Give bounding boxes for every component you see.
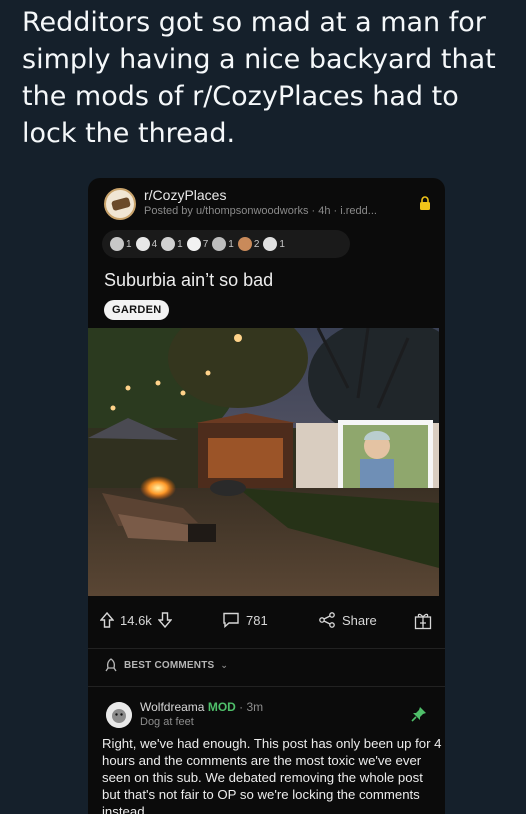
vote-group: 14.6k	[100, 612, 172, 628]
tweet-text: Redditors got so mad at a man for simply…	[22, 7, 496, 149]
award-item: 1	[212, 237, 234, 251]
award-item: 1	[110, 237, 132, 251]
backyard-photo[interactable]	[88, 328, 439, 596]
award-icon	[161, 237, 176, 251]
award-item: 1	[263, 237, 285, 251]
share-button[interactable]: Share	[318, 612, 377, 628]
award-icon	[212, 237, 227, 251]
sort-label: BEST COMMENTS	[124, 659, 215, 671]
dog-avatar-icon	[106, 702, 132, 728]
comments-button[interactable]: 781	[222, 612, 268, 628]
post-action-bar: 14.6k 781 Share	[88, 608, 445, 640]
award-gift-icon[interactable]	[414, 612, 432, 630]
post-title[interactable]: Suburbia ain’t so bad	[104, 270, 273, 291]
reddit-post-card: r/CozyPlaces Posted by u/thompsonwoodwor…	[88, 178, 445, 814]
award-item: 2	[237, 237, 259, 251]
downvote-icon[interactable]	[157, 612, 172, 628]
divider	[88, 686, 445, 687]
comment-body: Right, we've had enough. This post has o…	[102, 736, 442, 814]
upvote-icon[interactable]	[100, 612, 114, 628]
comment-icon	[223, 612, 239, 628]
award-icon	[237, 237, 252, 251]
share-icon	[319, 612, 335, 628]
post-meta: Posted by u/thompsonwoodworks · 4h · i.r…	[144, 205, 377, 217]
vote-count: 14.6k	[120, 612, 152, 628]
comment-author-line: Wolfdreama MOD · 3m	[140, 700, 263, 714]
comment-time: · 3m	[239, 700, 264, 714]
post-flair[interactable]: GARDEN	[104, 300, 170, 320]
award-icon	[186, 237, 201, 251]
lock-icon	[420, 196, 430, 210]
award-item: 1	[161, 237, 183, 251]
share-label: Share	[342, 612, 377, 628]
award-item: 4	[135, 237, 157, 251]
subreddit-name[interactable]: r/CozyPlaces	[144, 187, 226, 203]
comment-count: 781	[246, 612, 268, 628]
award-icon	[135, 237, 150, 251]
mod-badge: MOD	[207, 700, 236, 714]
subreddit-avatar[interactable]	[104, 188, 136, 220]
comment-avatar[interactable]	[106, 702, 132, 728]
divider	[88, 648, 445, 649]
award-icon	[110, 237, 124, 251]
user-flair: Dog at feet	[140, 716, 194, 728]
comment-sort-dropdown[interactable]: BEST COMMENTS ⌄	[104, 658, 228, 672]
subreddit-header: r/CozyPlaces Posted by u/thompsonwoodwor…	[104, 186, 433, 222]
awards-bar[interactable]: 1 4 1 7 1 2 1	[102, 230, 350, 258]
comment-author[interactable]: Wolfdreama	[140, 700, 204, 714]
rocket-icon	[105, 658, 117, 672]
award-icon	[263, 237, 278, 251]
pin-icon	[411, 707, 426, 722]
award-item: 7	[186, 237, 208, 251]
chevron-down-icon: ⌄	[220, 659, 229, 670]
